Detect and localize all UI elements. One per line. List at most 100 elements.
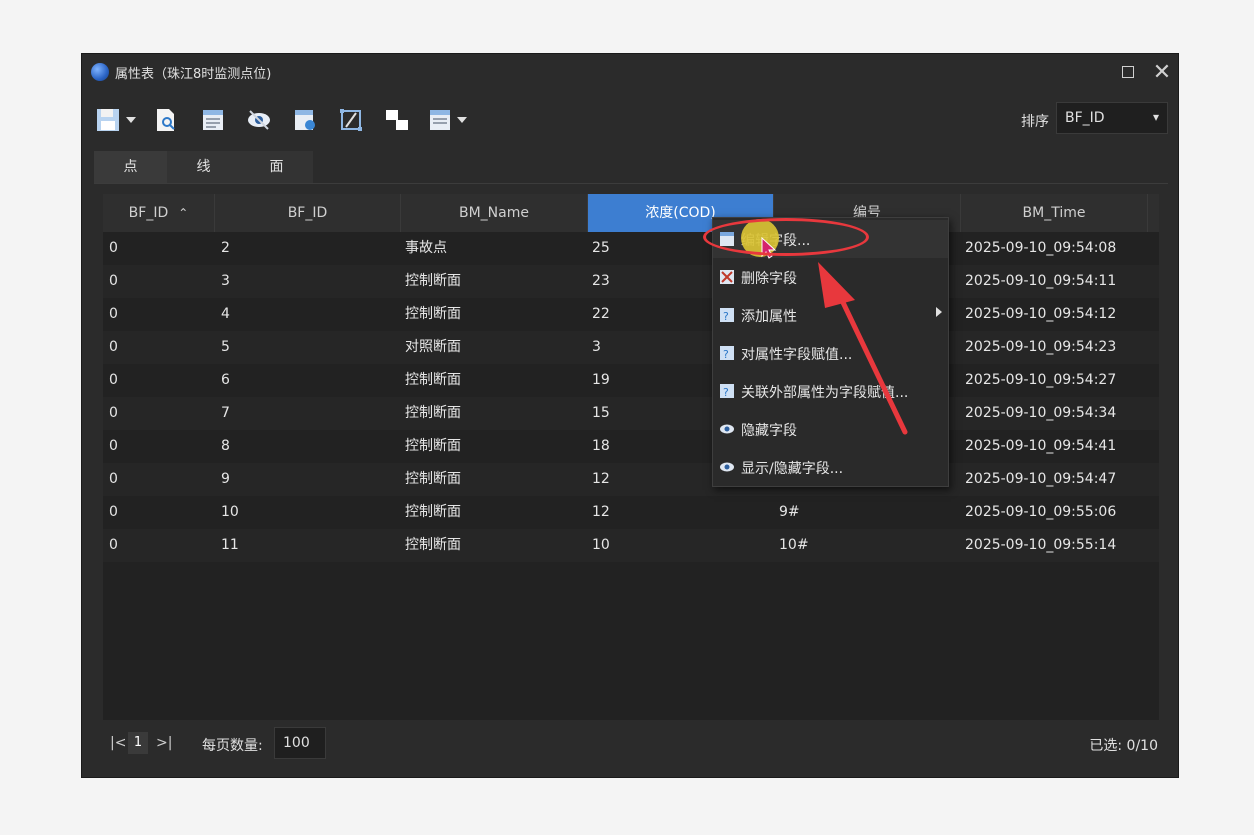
table-cell: 控制断面 [405,405,461,421]
table-options-dropdown-arrow[interactable] [457,117,467,123]
svg-text:?: ? [723,348,729,361]
tab-line[interactable]: 线 [167,151,240,183]
table-cell: 10# [779,537,809,553]
tab-point[interactable]: 点 [94,151,167,183]
table-cell: 控制断面 [405,504,461,520]
table-options-icon [430,110,450,130]
add-attribute-icon: ? [720,308,734,323]
svg-text:?: ? [723,310,729,323]
select-area-icon [340,109,362,131]
search-document-button[interactable] [152,106,180,134]
last-page-button[interactable]: >| [156,735,172,751]
table-row[interactable]: 0 2 事故点 25 2025-09-10_09:54:08 [103,232,1159,265]
select-area-button[interactable] [337,106,365,134]
table-row[interactable]: 0 7 控制断面 15 2025-09-10_09:54:34 [103,397,1159,430]
table-cell: 控制断面 [405,537,461,553]
table-cell: 0 [109,405,118,421]
table-cell: 23 [592,273,610,289]
maximize-button[interactable] [1116,60,1140,84]
save-icon [97,109,119,131]
menu-item-assign-field[interactable]: ? 对属性字段赋值... [713,334,948,372]
table-row[interactable]: 0 3 控制断面 23 2025-09-10_09:54:11 [103,265,1159,298]
table-cell: 0 [109,372,118,388]
delete-field-icon [720,270,734,284]
table-cell: 0 [109,438,118,454]
table-row[interactable]: 0 6 控制断面 19 2025-09-10_09:54:27 [103,364,1159,397]
hide-eye-button[interactable] [245,106,273,134]
menu-item-link-external[interactable]: ? 关联外部属性为字段赋值... [713,372,948,410]
table-row[interactable]: 0 11 控制断面 10 10# 2025-09-10_09:55:14 [103,529,1159,562]
column-header-bf-id[interactable]: BF_ID [215,194,401,232]
table-cell: 控制断面 [405,306,461,322]
menu-item-label: 删除字段 [741,271,797,287]
table-row[interactable]: 0 8 控制断面 18 2025-09-10_09:54:41 [103,430,1159,463]
menu-item-label: 隐藏字段 [741,423,797,439]
first-page-button[interactable]: |< [110,735,126,751]
edit-table-icon [203,110,223,130]
window-title: 属性表（珠江8时监测点位) [115,67,272,82]
switch-selection-button[interactable] [383,106,411,134]
field-calc-button[interactable] [291,106,319,134]
table-cell: 控制断面 [405,438,461,454]
table-cell: 控制断面 [405,372,461,388]
link-external-icon: ? [720,384,734,399]
hide-eye-icon [248,110,270,130]
switch-selection-icon [386,110,408,130]
title-bar[interactable]: 属性表（珠江8时监测点位) ✕ [82,54,1178,90]
table-cell: 19 [592,372,610,388]
table-cell: 2025-09-10_09:54:34 [965,405,1117,421]
maximize-icon [1122,66,1134,78]
menu-item-show-hide-field[interactable]: 显示/隐藏字段... [713,448,948,486]
table-cell: 事故点 [405,240,447,256]
table-row[interactable]: 0 4 控制断面 22 2025-09-10_09:54:12 [103,298,1159,331]
table-options-button[interactable] [426,106,454,134]
table-cell: 5 [221,339,230,355]
close-button[interactable]: ✕ [1150,59,1174,85]
column-header-label: BF_ID [128,205,169,221]
table-cell: 8 [221,438,230,454]
column-header-bf-id-sorted[interactable]: BF_ID ⌃ [103,194,215,232]
table-row[interactable]: 0 10 控制断面 12 9# 2025-09-10_09:55:06 [103,496,1159,529]
context-menu: 编辑字段... 删除字段 ? 添加属性 ? 对属性字段赋值... ? 关联外部属… [712,217,949,487]
table-cell: 控制断面 [405,273,461,289]
table-cell: 12 [592,471,610,487]
column-header-bm-name[interactable]: BM_Name [401,194,588,232]
table-cell: 18 [592,438,610,454]
save-button[interactable] [94,106,122,134]
hide-field-icon [720,424,734,434]
menu-item-hide-field[interactable]: 隐藏字段 [713,410,948,448]
table-row[interactable]: 0 5 对照断面 3 2025-09-10_09:54:23 [103,331,1159,364]
table-cell: 2025-09-10_09:54:12 [965,306,1117,322]
edit-table-button[interactable] [199,106,227,134]
table-cell: 2025-09-10_09:55:06 [965,504,1117,520]
page-size-input[interactable]: 100 [274,727,326,759]
assign-field-icon: ? [720,346,734,361]
table-cell: 0 [109,471,118,487]
sort-select[interactable]: BF_ID ▾ [1056,102,1168,134]
menu-item-label: 显示/隐藏字段... [741,461,844,477]
table-cell: 2025-09-10_09:54:41 [965,438,1117,454]
menu-item-label: 对属性字段赋值... [741,347,853,363]
table-cell: 22 [592,306,610,322]
page-size-label: 每页数量: [202,738,263,754]
chevron-down-icon: ▾ [1152,110,1159,124]
table-row[interactable]: 0 9 控制断面 12 2025-09-10_09:54:47 [103,463,1159,496]
current-page[interactable]: 1 [128,732,148,754]
menu-item-add-attribute[interactable]: ? 添加属性 [713,296,948,334]
tab-polygon[interactable]: 面 [240,151,313,183]
column-header-bm-time[interactable]: BM_Time [961,194,1148,232]
attribute-table-window: 属性表（珠江8时监测点位) ✕ 排序 BF_ID ▾ 点 线 面 BF_ID ⌃… [81,53,1179,778]
field-calc-icon [295,110,315,130]
menu-item-label: 添加属性 [741,309,797,325]
menu-item-delete-field[interactable]: 删除字段 [713,258,948,296]
attribute-grid: BF_ID ⌃ BF_ID BM_Name 浓度(COD) 编号 BM_Time … [103,194,1159,720]
menu-item-label: 关联外部属性为字段赋值... [741,385,909,401]
table-cell: 15 [592,405,610,421]
table-cell: 2 [221,240,230,256]
close-icon: ✕ [1152,59,1172,85]
tab-divider [94,183,1168,184]
table-cell: 2025-09-10_09:54:47 [965,471,1117,487]
table-cell: 0 [109,240,118,256]
search-document-icon [157,109,175,131]
save-dropdown-arrow[interactable] [126,117,136,123]
